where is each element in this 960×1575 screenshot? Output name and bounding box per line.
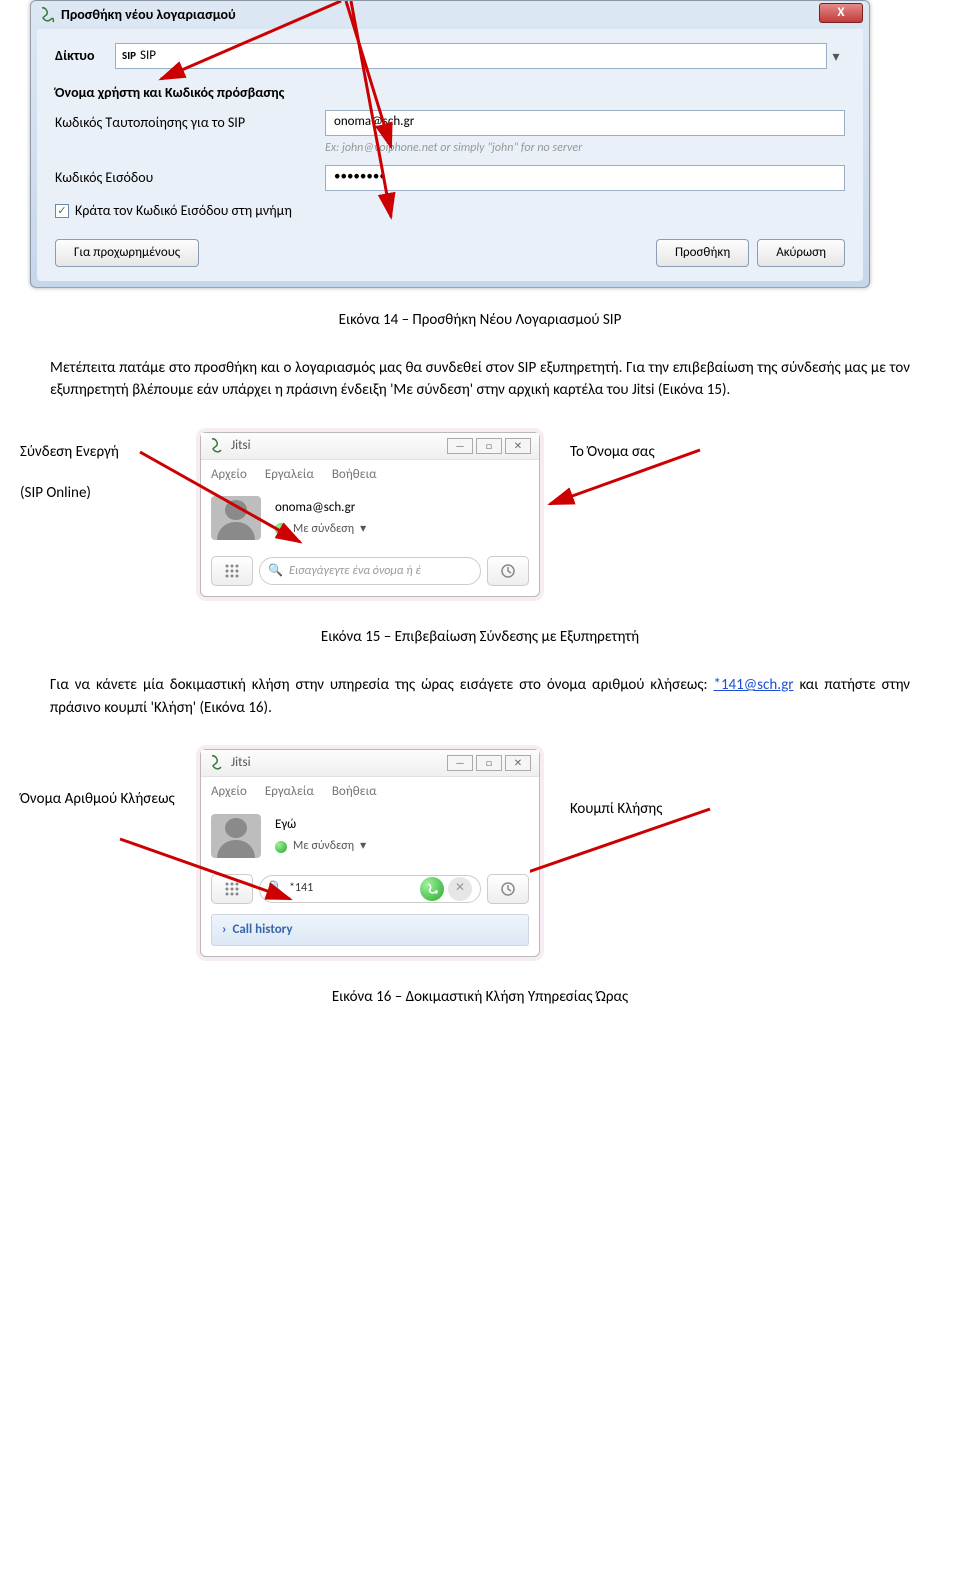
call-history-label: Call history bbox=[232, 922, 292, 937]
jitsi-titlebar: Jitsi — □ ✕ bbox=[201, 433, 539, 460]
menu-bar: Αρχείο Εργαλεία Βοήθεια bbox=[201, 460, 539, 490]
figure-14-caption: Εικόνα 14 – Προσθήκη Νέου Λογαριασμού SI… bbox=[20, 310, 940, 331]
sip-chip: SIP bbox=[122, 48, 136, 63]
menu-help[interactable]: Βοήθεια bbox=[332, 466, 377, 484]
add-account-dialog: Προσθήκη νέου λογαριασμού X Δίκτυο SIP S… bbox=[30, 0, 870, 288]
test-call-link[interactable]: *141@sch.gr bbox=[713, 676, 793, 694]
avatar bbox=[211, 496, 261, 540]
call-history-panel[interactable]: › Call history bbox=[211, 914, 529, 946]
call-button[interactable] bbox=[420, 877, 444, 901]
status-online-icon bbox=[275, 523, 287, 535]
dial-value: *141 bbox=[289, 880, 313, 897]
sip-id-value: onoma@sch.gr bbox=[334, 114, 414, 129]
remember-password-label: Κράτα τον Κωδικό Εισόδου στη μνήμη bbox=[75, 201, 292, 221]
status-text: Με σύνδεση bbox=[293, 838, 354, 855]
dialpad-button[interactable] bbox=[211, 556, 253, 586]
password-label: Κωδικός Εισόδου bbox=[55, 168, 325, 188]
jitsi-app-icon bbox=[209, 755, 225, 771]
jitsi-title-text: Jitsi bbox=[231, 754, 251, 772]
annotation-right-1: Το Όνομα σας bbox=[570, 432, 730, 463]
password-input[interactable]: •••••••• bbox=[325, 165, 845, 191]
jitsi-title-text: Jitsi bbox=[231, 437, 251, 455]
jitsi-main-window-2: Jitsi — □ ✕ Αρχείο Εργαλεία Βοήθεια Εγώ bbox=[200, 749, 540, 957]
profile-name: onoma@sch.gr bbox=[275, 499, 366, 517]
close-button[interactable]: ✕ bbox=[505, 755, 531, 771]
close-button[interactable]: ✕ bbox=[505, 438, 531, 454]
password-value: •••••••• bbox=[334, 169, 386, 184]
chevron-down-icon: ▾ bbox=[360, 838, 366, 855]
add-button[interactable]: Προσθήκη bbox=[656, 239, 749, 267]
sip-id-hint: Ex: john@voiphone.net or simply "john" f… bbox=[325, 140, 845, 157]
paragraph-2: Για να κάνετε μία δοκιμαστική κλήση στην… bbox=[50, 674, 910, 719]
chevron-right-icon: › bbox=[222, 922, 226, 937]
dialog-body: Δίκτυο SIP SIP ▾ Όνομα χρήστη και Κωδικό… bbox=[37, 29, 863, 281]
search-placeholder: Εισαγάγεγτε ένα όνομα ή έ bbox=[289, 563, 421, 580]
menu-tools[interactable]: Εργαλεία bbox=[265, 783, 314, 801]
maximize-button[interactable]: □ bbox=[476, 755, 502, 771]
profile-name: Εγώ bbox=[275, 816, 366, 834]
search-icon: 🔍 bbox=[268, 563, 283, 580]
annotation-left-1: Σύνδεση Ενεργή (SIP Online) bbox=[20, 432, 200, 504]
dialog-title: Προσθήκη νέου λογαριασμού bbox=[61, 5, 236, 25]
figure-16-caption: Εικόνα 16 – Δοκιμαστική Κλήση Υπηρεσίας … bbox=[20, 987, 940, 1008]
sip-id-label: Κωδικός Ταυτοποίησης για το SIP bbox=[55, 113, 325, 133]
credentials-section-header: Όνομα χρήστη και Κωδικός πρόσβασης bbox=[55, 83, 845, 103]
network-select[interactable]: SIP SIP bbox=[115, 43, 827, 69]
annotation-right-2: Κουμπί Κλήσης bbox=[570, 749, 730, 820]
dialpad-button[interactable] bbox=[211, 874, 253, 904]
avatar bbox=[211, 814, 261, 858]
network-value: SIP bbox=[140, 47, 156, 65]
status-row[interactable]: Με σύνδεση ▾ bbox=[275, 838, 366, 855]
dropdown-arrow-icon[interactable]: ▾ bbox=[827, 45, 845, 67]
jitsi-app-icon bbox=[209, 438, 225, 454]
jitsi-main-window-1: Jitsi — □ ✕ Αρχείο Εργαλεία Βοήθεια onom… bbox=[200, 432, 540, 597]
minimize-button[interactable]: — bbox=[447, 438, 473, 454]
history-button[interactable] bbox=[487, 556, 529, 586]
menu-file[interactable]: Αρχείο bbox=[211, 783, 247, 801]
advanced-button[interactable]: Για προχωρημένους bbox=[55, 239, 199, 267]
search-icon: 🔍 bbox=[268, 880, 283, 897]
remember-password-checkbox[interactable]: ✓ bbox=[55, 204, 69, 218]
menu-tools[interactable]: Εργαλεία bbox=[265, 466, 314, 484]
status-text: Με σύνδεση bbox=[293, 521, 354, 538]
paragraph-1: Μετέπειτα πατάμε στο προσθήκη και ο λογα… bbox=[50, 357, 910, 402]
close-button[interactable]: X bbox=[819, 3, 863, 23]
menu-file[interactable]: Αρχείο bbox=[211, 466, 247, 484]
search-input[interactable]: 🔍 Εισαγάγεγτε ένα όνομα ή έ bbox=[259, 557, 481, 585]
figure-15-caption: Εικόνα 15 – Επιβεβαίωση Σύνδεσης με Εξυπ… bbox=[20, 627, 940, 648]
status-row[interactable]: Με σύνδεση ▾ bbox=[275, 521, 366, 538]
annotation-call-number-label: Όνομα Αριθμού Κλήσεως bbox=[20, 789, 200, 810]
dialog-titlebar: Προσθήκη νέου λογαριασμού X bbox=[31, 1, 869, 29]
annotation-sip-online-sub: (SIP Online) bbox=[20, 483, 200, 504]
annotation-left-2: Όνομα Αριθμού Κλήσεως bbox=[20, 749, 200, 810]
annotation-sip-online-title: Σύνδεση Ενεργή bbox=[20, 442, 200, 463]
cancel-button[interactable]: Ακύρωση bbox=[757, 239, 845, 267]
chevron-down-icon: ▾ bbox=[360, 521, 366, 538]
jitsi-titlebar: Jitsi — □ ✕ bbox=[201, 750, 539, 777]
jitsi-app-icon bbox=[39, 7, 55, 23]
maximize-button[interactable]: □ bbox=[476, 438, 502, 454]
sip-id-input[interactable]: onoma@sch.gr bbox=[325, 110, 845, 136]
history-button[interactable] bbox=[487, 874, 529, 904]
minimize-button[interactable]: — bbox=[447, 755, 473, 771]
network-label: Δίκτυο bbox=[55, 46, 115, 66]
dial-input[interactable]: 🔍 *141 ✕ bbox=[259, 875, 481, 903]
menu-help[interactable]: Βοήθεια bbox=[332, 783, 377, 801]
clear-input-button[interactable]: ✕ bbox=[448, 877, 472, 901]
para2-pre: Για να κάνετε μία δοκιμαστική κλήση στην… bbox=[50, 676, 713, 694]
status-online-icon bbox=[275, 841, 287, 853]
menu-bar: Αρχείο Εργαλεία Βοήθεια bbox=[201, 777, 539, 807]
